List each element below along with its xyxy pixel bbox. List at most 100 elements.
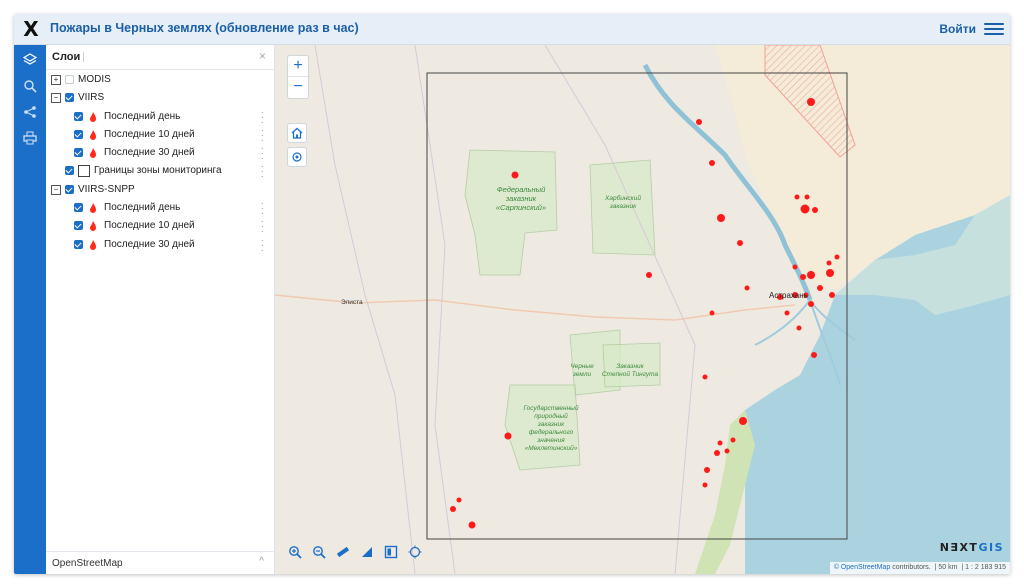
chevron-up-icon[interactable]: ^ [259,556,264,567]
layer-checkbox[interactable] [74,239,83,249]
layers-icon[interactable] [14,49,46,71]
fire-icon [90,129,96,140]
fire-point [792,264,798,270]
map-label-line: заказник [505,194,537,203]
sidebar-icon-bar [14,45,46,574]
layer-item-viirs-30d[interactable]: Последние 30 дней · · · [46,144,274,164]
fire-point [702,374,708,380]
fire-point [808,301,814,307]
share-icon[interactable] [14,101,46,123]
layer-item-viirs-10d[interactable]: Последние 10 дней · · · [46,125,274,145]
scale-ratio: 1 : 2 183 915 [965,564,1006,571]
fire-point [804,194,810,200]
layer-group-viirs-snpp[interactable]: − VIIRS-SNPP [46,181,274,199]
layer-group-viirs[interactable]: − VIIRS [46,89,274,107]
map-label-line: «Меклетинский» [524,445,578,452]
map-label-line: значения [537,437,565,444]
divider [83,52,84,62]
fire-point [817,285,823,291]
fire-point [811,352,817,358]
fire-point [702,482,708,488]
locate-button[interactable] [287,147,307,167]
collapse-icon[interactable]: − [51,184,61,195]
layer-label: Последние 10 дней [104,128,195,140]
map-label-line: Государственный [523,405,579,412]
attribution-bar: © OpenStreetMap contributors. | 50 km | … [829,562,1010,574]
zoom-out-box-icon[interactable] [309,542,329,562]
fire-point [709,160,715,166]
identify-icon[interactable] [381,542,401,562]
layer-checkbox[interactable] [74,221,83,231]
fire-point [744,285,750,291]
more-options-icon[interactable]: · · · [261,162,264,182]
attribution-text: contributors. [892,564,931,571]
map-label-astrakhan: Астрахань [769,291,808,300]
zoom-out-button[interactable]: − [288,77,308,97]
layer-item-viirs-day[interactable]: Последний день · · · [46,107,274,127]
map-label-stepnoy: Заказник Степной Тингута [597,363,663,379]
more-options-icon[interactable]: · · · [261,107,264,127]
map-label-line: Федеральный [496,185,546,194]
zoom-in-button[interactable]: + [288,56,308,77]
print-icon[interactable] [14,127,46,149]
layer-checkbox[interactable] [74,111,83,121]
layer-checkbox[interactable] [65,184,74,194]
expand-icon[interactable]: + [51,75,61,85]
layer-checkbox[interactable] [74,129,83,139]
layer-checkbox[interactable] [74,203,83,213]
layer-checkbox[interactable] [65,93,74,103]
layer-item-snpp-30d[interactable]: Последние 30 дней · · · [46,235,274,255]
more-options-icon[interactable]: · · · [261,125,264,145]
fire-point [800,204,810,214]
locate-icon[interactable] [405,542,425,562]
target-icon [292,152,302,162]
osm-link[interactable]: © OpenStreetMap [834,564,891,571]
layer-label: MODIS [78,74,111,85]
more-options-icon[interactable]: · · · [261,235,264,255]
layer-item-snpp-day[interactable]: Последний день · · · [46,199,274,219]
search-icon[interactable] [14,75,46,97]
layer-item-monitoring-bounds[interactable]: Границы зоны мониторинга · · · [46,162,274,182]
more-options-icon[interactable]: · · · [261,144,264,164]
layers-panel-header: Слои × [46,45,274,70]
measure-distance-icon[interactable] [333,542,353,562]
app-logo[interactable]: X [20,18,42,40]
basemap-selector[interactable]: OpenStreetMap ^ [46,551,274,574]
layer-item-modis[interactable]: + MODIS [46,71,274,89]
fire-point [717,214,725,222]
map-label-line: Харбинский [605,195,641,202]
fire-point [450,506,456,512]
layer-checkbox[interactable] [74,148,83,158]
fire-point [826,260,832,266]
collapse-icon[interactable]: − [51,93,61,104]
fire-point [724,448,730,454]
close-icon[interactable]: × [259,49,266,63]
login-button[interactable]: Войти [939,22,976,36]
fire-point [511,171,519,179]
map-canvas[interactable]: Федеральный заказник «Сарпинский» Харбин… [275,45,1010,574]
layer-item-snpp-10d[interactable]: Последние 10 дней · · · [46,217,274,237]
measure-area-icon[interactable] [357,542,377,562]
fire-icon [90,148,96,159]
layer-label: VIIRS [78,92,105,104]
layer-label: Последний день [104,202,181,214]
fire-point [800,274,806,280]
home-button[interactable] [287,123,307,143]
zoom-in-box-icon[interactable] [285,542,305,562]
layer-label: Последние 30 дней [104,147,195,159]
layer-checkbox[interactable] [65,166,74,176]
fire-point [456,497,462,503]
fire-point [826,269,834,277]
map-label-elista: Элиста [341,299,363,306]
fire-point [737,240,743,246]
more-options-icon[interactable]: · · · [261,199,264,219]
fire-point [794,194,800,200]
hamburger-icon[interactable] [984,20,1004,38]
layer-label: Последний день [104,110,181,122]
map-toolbar [285,542,425,562]
fire-point [807,98,815,106]
map-label-mekletin: Государственный природный заказник федер… [511,405,591,453]
more-options-icon[interactable]: · · · [261,217,264,237]
layer-checkbox[interactable] [65,75,74,84]
layer-tree: + MODIS − VIIRS Последний день · · · Пос… [46,71,274,255]
